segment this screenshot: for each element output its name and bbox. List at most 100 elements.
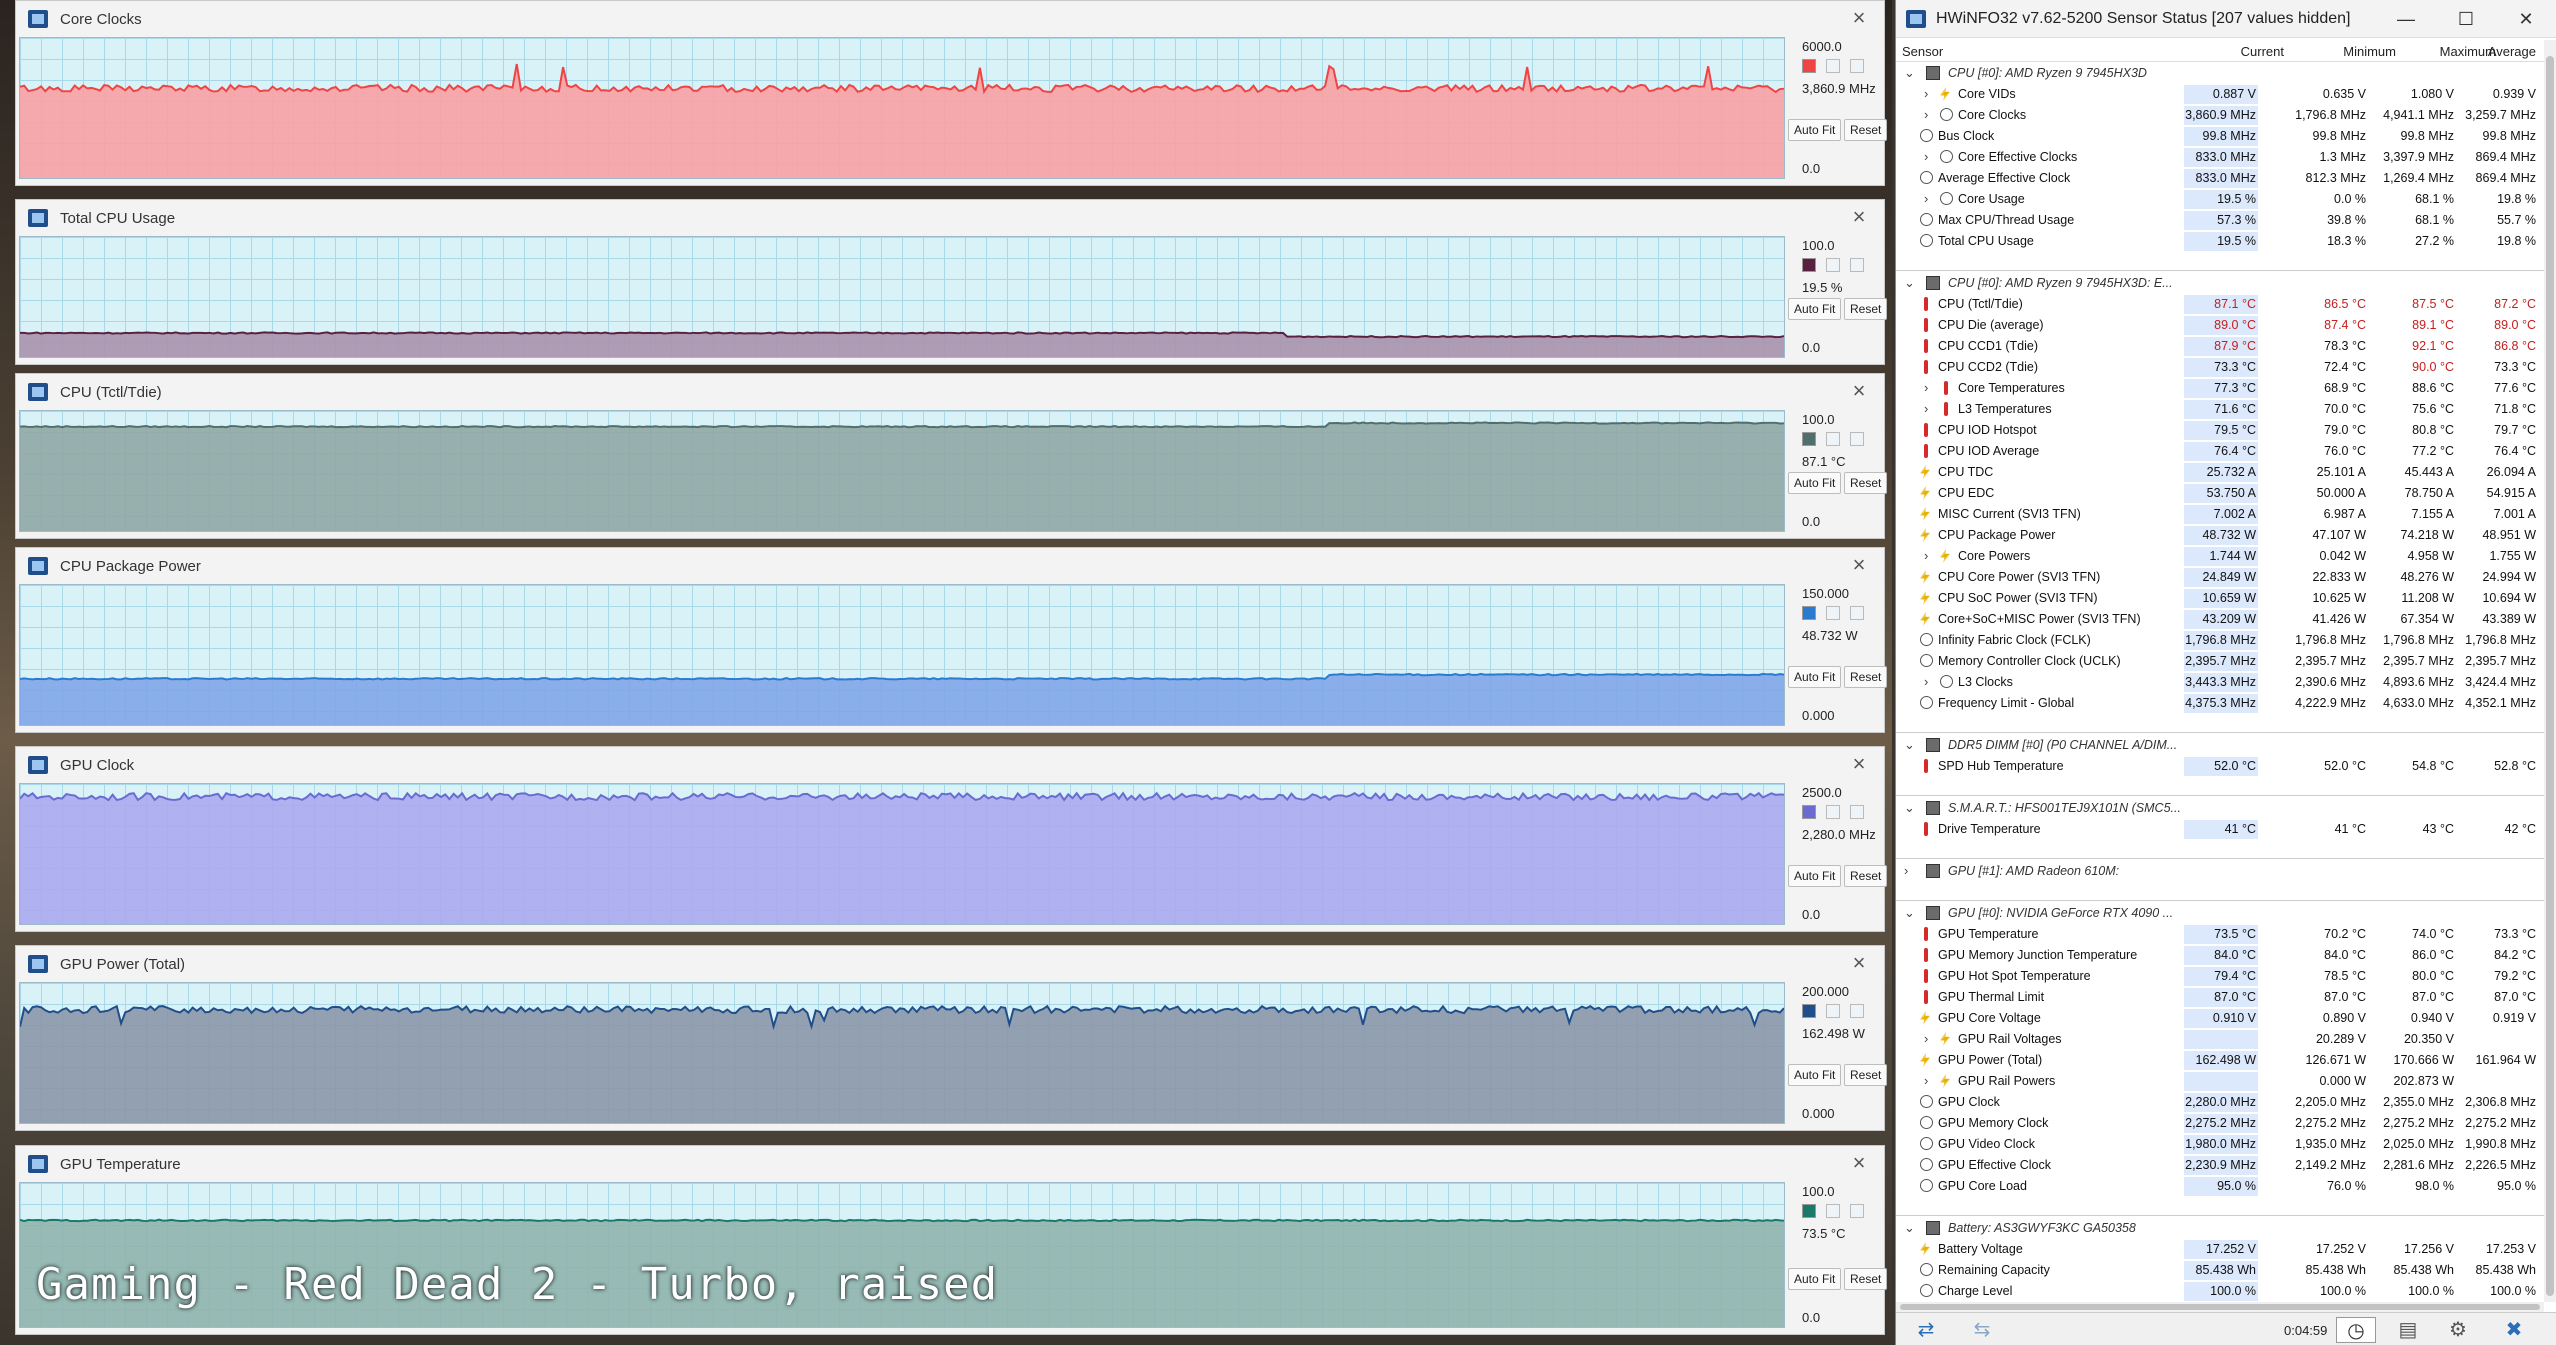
sensor-row[interactable]: GPU Temperature 73.5 °C 70.2 °C 74.0 °C … — [1896, 924, 2544, 945]
sensor-row[interactable]: Average Effective Clock 833.0 MHz 812.3 … — [1896, 168, 2544, 189]
sensor-group-header[interactable]: › GPU [#1]: AMD Radeon 610M: — [1896, 861, 2544, 882]
nav-collapse-icon[interactable]: ⇆ — [1960, 1317, 2004, 1343]
chevron-right-icon[interactable]: › — [1924, 86, 1928, 101]
graph-window[interactable]: CPU (Tctl/Tdie) × 100.0 87.1 °C Auto Fit… — [15, 373, 1888, 539]
reset-button[interactable]: Reset — [1844, 298, 1888, 320]
horizontal-scroll-thumb[interactable] — [1900, 1304, 2540, 1310]
sensor-row[interactable]: Drive Temperature 41 °C 41 °C 43 °C 42 °… — [1896, 819, 2544, 840]
graph-close-icon[interactable]: × — [1846, 751, 1872, 777]
sensor-group-header[interactable]: ⌄ Battery: AS3GWYF3KC GA50358 — [1896, 1218, 2544, 1239]
sensor-row[interactable]: › Core Temperatures 77.3 °C 68.9 °C 88.6… — [1896, 378, 2544, 399]
sensor-row[interactable]: CPU Core Power (SVI3 TFN) 24.849 W 22.83… — [1896, 567, 2544, 588]
graph-swatch-2[interactable] — [1826, 606, 1840, 620]
reset-button[interactable]: Reset — [1844, 666, 1888, 688]
sensor-row[interactable]: GPU Hot Spot Temperature 79.4 °C 78.5 °C… — [1896, 966, 2544, 987]
nav-left-right-icon[interactable]: ⇄ — [1904, 1317, 1948, 1343]
sensor-row[interactable]: Frequency Limit - Global 4,375.3 MHz 4,2… — [1896, 693, 2544, 714]
graph-swatch-3[interactable] — [1850, 258, 1864, 272]
sensor-row[interactable]: › Core Powers 1.744 W 0.042 W 4.958 W 1.… — [1896, 546, 2544, 567]
sensor-row[interactable]: CPU CCD2 (Tdie) 73.3 °C 72.4 °C 90.0 °C … — [1896, 357, 2544, 378]
graph-close-icon[interactable]: × — [1846, 378, 1872, 404]
chevron-down-icon[interactable]: ⌄ — [1904, 65, 1915, 81]
graph-color-swatch[interactable] — [1802, 606, 1816, 620]
sensor-row[interactable]: › Core Clocks 3,860.9 MHz 1,796.8 MHz 4,… — [1896, 105, 2544, 126]
graph-swatch-2[interactable] — [1826, 59, 1840, 73]
graph-close-icon[interactable]: × — [1846, 552, 1872, 578]
graph-swatch-3[interactable] — [1850, 432, 1864, 446]
horizontal-scrollbar[interactable] — [1896, 1302, 2544, 1312]
graph-titlebar[interactable]: CPU (Tctl/Tdie) × — [16, 374, 1884, 410]
sensor-row[interactable]: Total CPU Usage 19.5 % 18.3 % 27.2 % 19.… — [1896, 231, 2544, 252]
auto-fit-button[interactable]: Auto Fit — [1788, 865, 1842, 887]
graph-titlebar[interactable]: GPU Clock × — [16, 747, 1884, 783]
graph-titlebar[interactable]: Core Clocks × — [16, 1, 1884, 37]
sensor-row[interactable]: Memory Controller Clock (UCLK) 2,395.7 M… — [1896, 651, 2544, 672]
sensor-group-header[interactable]: ⌄ GPU [#0]: NVIDIA GeForce RTX 4090 ... — [1896, 903, 2544, 924]
chevron-down-icon[interactable]: ⌄ — [1904, 737, 1915, 753]
graph-window[interactable]: Total CPU Usage × 100.0 19.5 % Auto Fit … — [15, 199, 1888, 365]
sensor-row[interactable]: › GPU Rail Voltages 20.289 V 20.350 V — [1896, 1029, 2544, 1050]
sensor-row[interactable]: › Core VIDs 0.887 V 0.635 V 1.080 V 0.93… — [1896, 84, 2544, 105]
reset-button[interactable]: Reset — [1844, 472, 1888, 494]
graph-titlebar[interactable]: GPU Temperature × — [16, 1146, 1884, 1182]
sensor-row[interactable]: › Core Effective Clocks 833.0 MHz 1.3 MH… — [1896, 147, 2544, 168]
sensor-row[interactable]: Max CPU/Thread Usage 57.3 % 39.8 % 68.1 … — [1896, 210, 2544, 231]
reset-button[interactable]: Reset — [1844, 119, 1888, 141]
graph-swatch-2[interactable] — [1826, 258, 1840, 272]
graph-swatch-3[interactable] — [1850, 1204, 1864, 1218]
sensor-row[interactable]: › Core Usage 19.5 % 0.0 % 68.1 % 19.8 % — [1896, 189, 2544, 210]
sensor-row[interactable]: CPU (Tctl/Tdie) 87.1 °C 86.5 °C 87.5 °C … — [1896, 294, 2544, 315]
graph-color-swatch[interactable] — [1802, 1204, 1816, 1218]
graph-window[interactable]: Core Clocks × 6000.0 3,860.9 MHz Auto Fi… — [15, 0, 1888, 186]
sensor-group-header[interactable]: ⌄ CPU [#0]: AMD Ryzen 9 7945HX3D: E... — [1896, 273, 2544, 294]
vertical-scrollbar[interactable] — [2544, 40, 2556, 1302]
graph-swatch-3[interactable] — [1850, 606, 1864, 620]
chevron-right-icon[interactable]: › — [1924, 548, 1928, 563]
graph-color-swatch[interactable] — [1802, 805, 1816, 819]
sensor-group-header[interactable]: ⌄ S.M.A.R.T.: HFS001TEJ9X101N (SMC5... — [1896, 798, 2544, 819]
graph-close-icon[interactable]: × — [1846, 950, 1872, 976]
graph-color-swatch[interactable] — [1802, 1004, 1816, 1018]
sensor-row[interactable]: GPU Effective Clock 2,230.9 MHz 2,149.2 … — [1896, 1155, 2544, 1176]
auto-fit-button[interactable]: Auto Fit — [1788, 666, 1842, 688]
chevron-right-icon[interactable]: › — [1924, 1031, 1928, 1046]
reset-button[interactable]: Reset — [1844, 865, 1888, 887]
graph-color-swatch[interactable] — [1802, 258, 1816, 272]
graph-swatch-3[interactable] — [1850, 1004, 1864, 1018]
sensor-group-header[interactable]: ⌄ CPU [#0]: AMD Ryzen 9 7945HX3D — [1896, 63, 2544, 84]
minimize-button[interactable]: — — [2376, 0, 2436, 38]
auto-fit-button[interactable]: Auto Fit — [1788, 119, 1842, 141]
sensor-row[interactable]: CPU IOD Hotspot 79.5 °C 79.0 °C 80.8 °C … — [1896, 420, 2544, 441]
sensor-row[interactable]: CPU EDC 53.750 A 50.000 A 78.750 A 54.91… — [1896, 483, 2544, 504]
sensor-row[interactable]: › L3 Temperatures 71.6 °C 70.0 °C 75.6 °… — [1896, 399, 2544, 420]
graph-swatch-2[interactable] — [1826, 805, 1840, 819]
graph-titlebar[interactable]: Total CPU Usage × — [16, 200, 1884, 236]
sensor-row[interactable]: SPD Hub Temperature 52.0 °C 52.0 °C 54.8… — [1896, 756, 2544, 777]
graph-swatch-2[interactable] — [1826, 432, 1840, 446]
graph-close-icon[interactable]: × — [1846, 204, 1872, 230]
sensor-row[interactable]: Battery Voltage 17.252 V 17.252 V 17.256… — [1896, 1239, 2544, 1260]
graph-color-swatch[interactable] — [1802, 432, 1816, 446]
chevron-right-icon[interactable]: › — [1924, 149, 1928, 164]
sensor-row[interactable]: GPU Core Load 95.0 % 76.0 % 98.0 % 95.0 … — [1896, 1176, 2544, 1197]
chevron-right-icon[interactable]: › — [1924, 107, 1928, 122]
close-button[interactable]: ✕ — [2496, 0, 2556, 38]
chevron-down-icon[interactable]: ⌄ — [1904, 275, 1915, 291]
chevron-right-icon[interactable]: › — [1924, 380, 1928, 395]
chevron-right-icon[interactable]: › — [1924, 191, 1928, 206]
sensor-row[interactable]: GPU Thermal Limit 87.0 °C 87.0 °C 87.0 °… — [1896, 987, 2544, 1008]
chevron-right-icon[interactable]: › — [1924, 674, 1928, 689]
report-icon[interactable]: ▤ — [2390, 1317, 2426, 1343]
reset-button[interactable]: Reset — [1844, 1268, 1888, 1290]
sensor-row[interactable]: GPU Memory Clock 2,275.2 MHz 2,275.2 MHz… — [1896, 1113, 2544, 1134]
sensor-row[interactable]: GPU Power (Total) 162.498 W 126.671 W 17… — [1896, 1050, 2544, 1071]
auto-fit-button[interactable]: Auto Fit — [1788, 298, 1842, 320]
graph-swatch-2[interactable] — [1826, 1204, 1840, 1218]
sensor-row[interactable]: CPU CCD1 (Tdie) 87.9 °C 78.3 °C 92.1 °C … — [1896, 336, 2544, 357]
sensor-row[interactable]: GPU Memory Junction Temperature 84.0 °C … — [1896, 945, 2544, 966]
sensor-row[interactable]: CPU TDC 25.732 A 25.101 A 45.443 A 26.09… — [1896, 462, 2544, 483]
col-sensor[interactable]: Sensor — [1902, 44, 1943, 59]
vertical-scroll-thumb[interactable] — [2546, 56, 2554, 1296]
graph-swatch-3[interactable] — [1850, 805, 1864, 819]
auto-fit-button[interactable]: Auto Fit — [1788, 1064, 1842, 1086]
